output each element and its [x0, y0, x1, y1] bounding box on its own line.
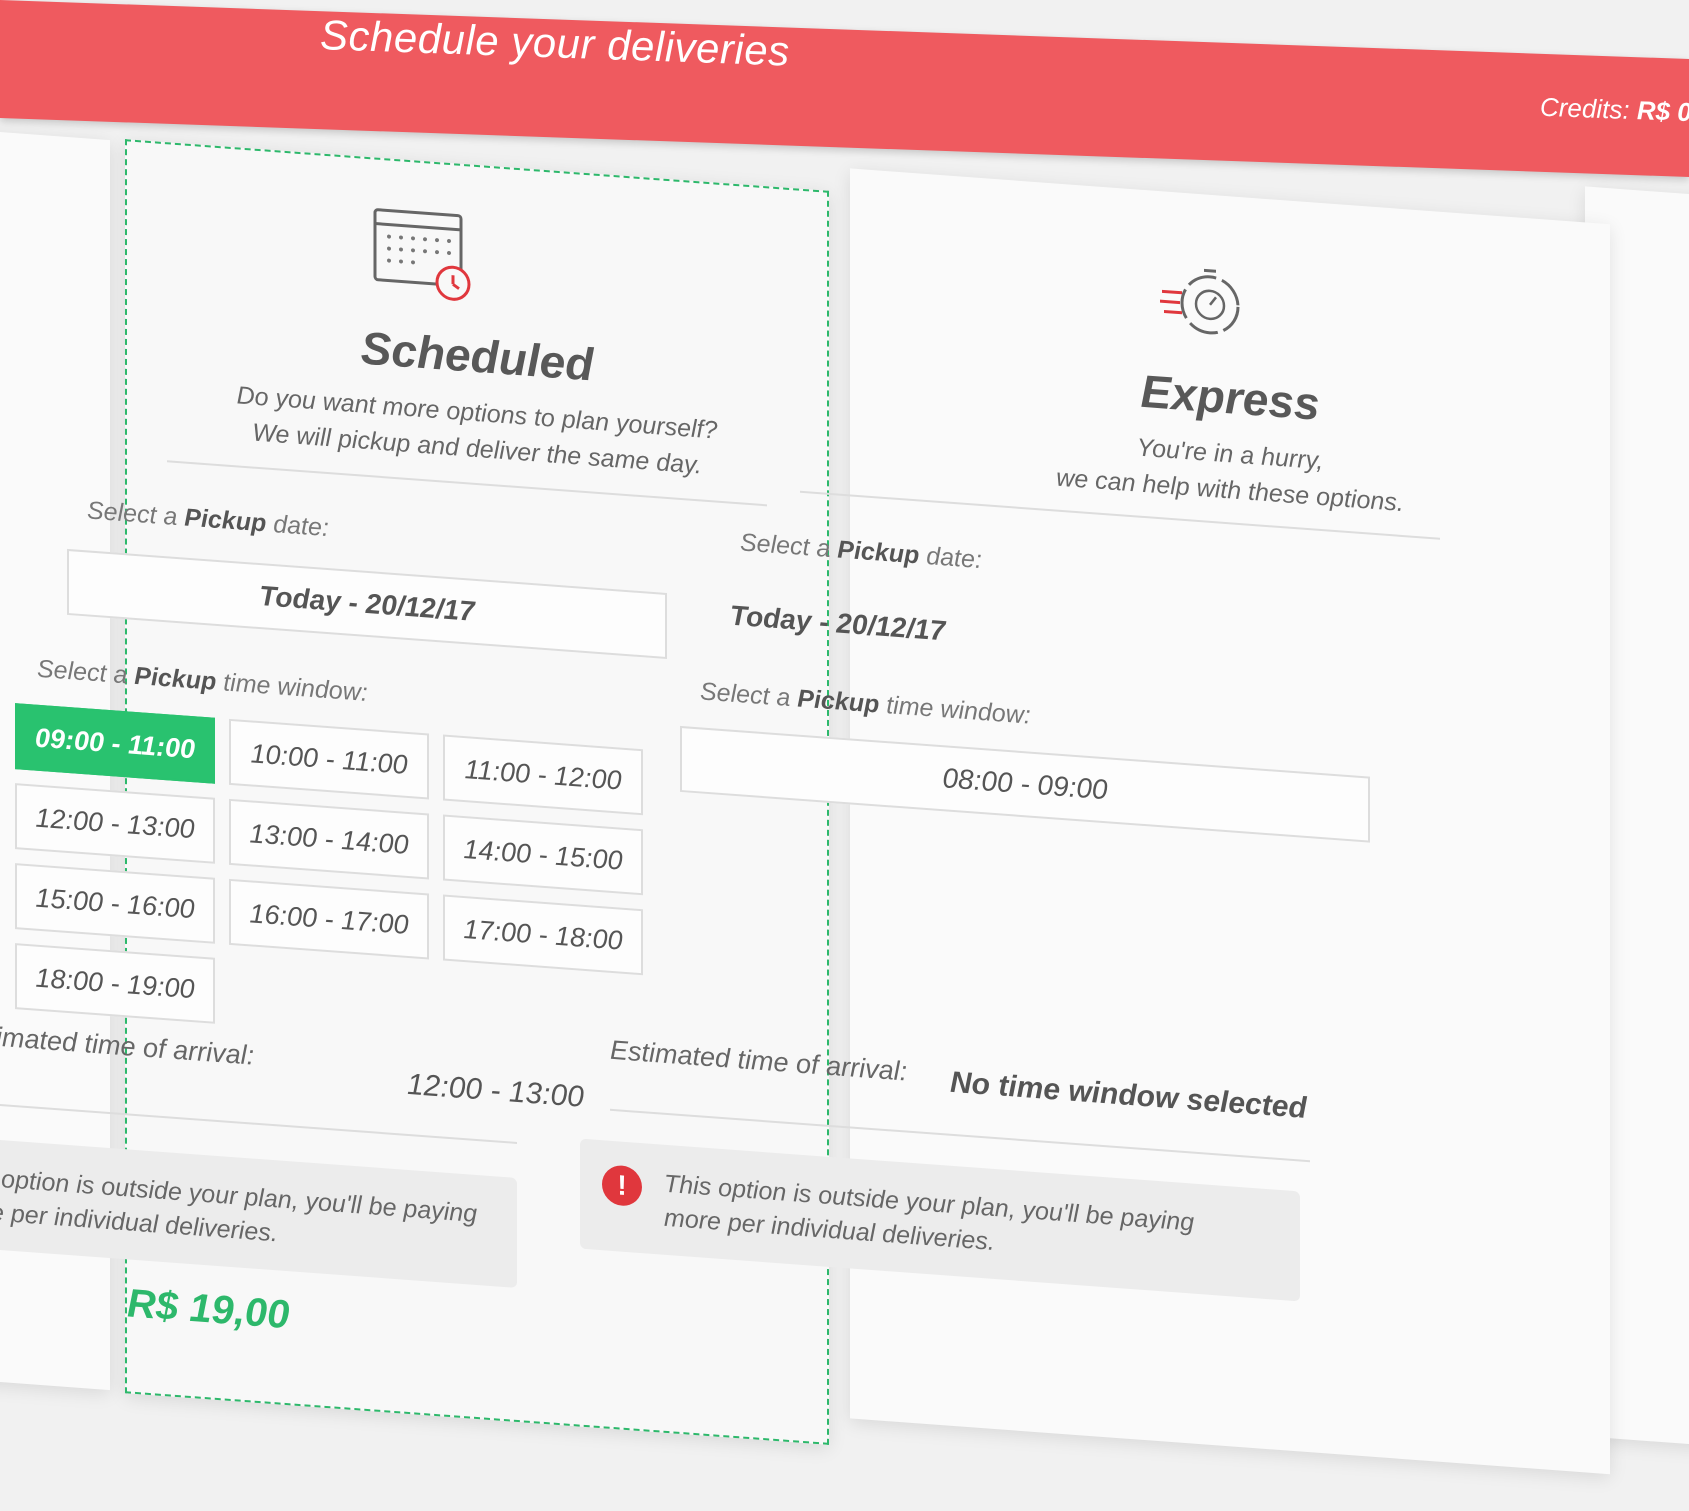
pickup-date-label-prefix: Select a: [87, 496, 185, 532]
time-slot[interactable]: 10:00 - 11:00: [229, 718, 429, 800]
pickup-time-window-label-prefix: Select a: [37, 654, 135, 690]
warning-icon: !: [602, 1164, 642, 1208]
pickup-date-select[interactable]: Today - 20/12/17: [67, 548, 667, 659]
plans-stage: Scheduled Do you want more options to pl…: [0, 0, 1689, 1497]
pickup-date-label-prefix: Select a: [740, 528, 838, 564]
eta-value: No time window selected: [950, 1065, 1307, 1125]
pickup-time-window-label-suffix: time window:: [216, 667, 368, 708]
pickup-date-label-bold: Pickup: [184, 503, 267, 538]
pickup-time-window-label-suffix: time window:: [879, 690, 1031, 730]
pickup-time-window-label-prefix: Select a: [700, 677, 798, 713]
pickup-time-window-label-bold: Pickup: [797, 684, 880, 719]
pickup-time-window-label-bold: Pickup: [134, 661, 217, 696]
pickup-date-label: Select a Pickup date:: [87, 496, 329, 543]
plan-card-express[interactable]: Express You're in a hurry, we can help w…: [580, 168, 1610, 1475]
time-slot[interactable]: 17:00 - 18:00: [443, 894, 643, 976]
pickup-date-label-suffix: date:: [919, 541, 982, 575]
calendar-clock-icon: [367, 199, 477, 312]
time-slot[interactable]: 12:00 - 13:00: [15, 783, 215, 864]
eta-value: 12:00 - 13:00: [407, 1067, 584, 1114]
pickup-date-label-bold: Pickup: [837, 535, 920, 570]
stopwatch-speed-icon: [1152, 249, 1252, 361]
time-slot-grid: 09:00 - 11:00 10:00 - 11:00 11:00 - 12:0…: [15, 703, 643, 1055]
time-slot[interactable]: 14:00 - 15:00: [443, 814, 643, 896]
time-slot[interactable]: 15:00 - 16:00: [15, 863, 215, 944]
plan-price: R$ 19,00: [127, 1281, 290, 1338]
time-slot[interactable]: 09:00 - 11:00: [15, 703, 215, 784]
pickup-date-label-suffix: date:: [266, 509, 329, 543]
time-slot[interactable]: 16:00 - 17:00: [229, 878, 429, 960]
time-slot[interactable]: 13:00 - 14:00: [229, 798, 429, 880]
time-slot[interactable]: 11:00 - 12:00: [443, 734, 643, 816]
